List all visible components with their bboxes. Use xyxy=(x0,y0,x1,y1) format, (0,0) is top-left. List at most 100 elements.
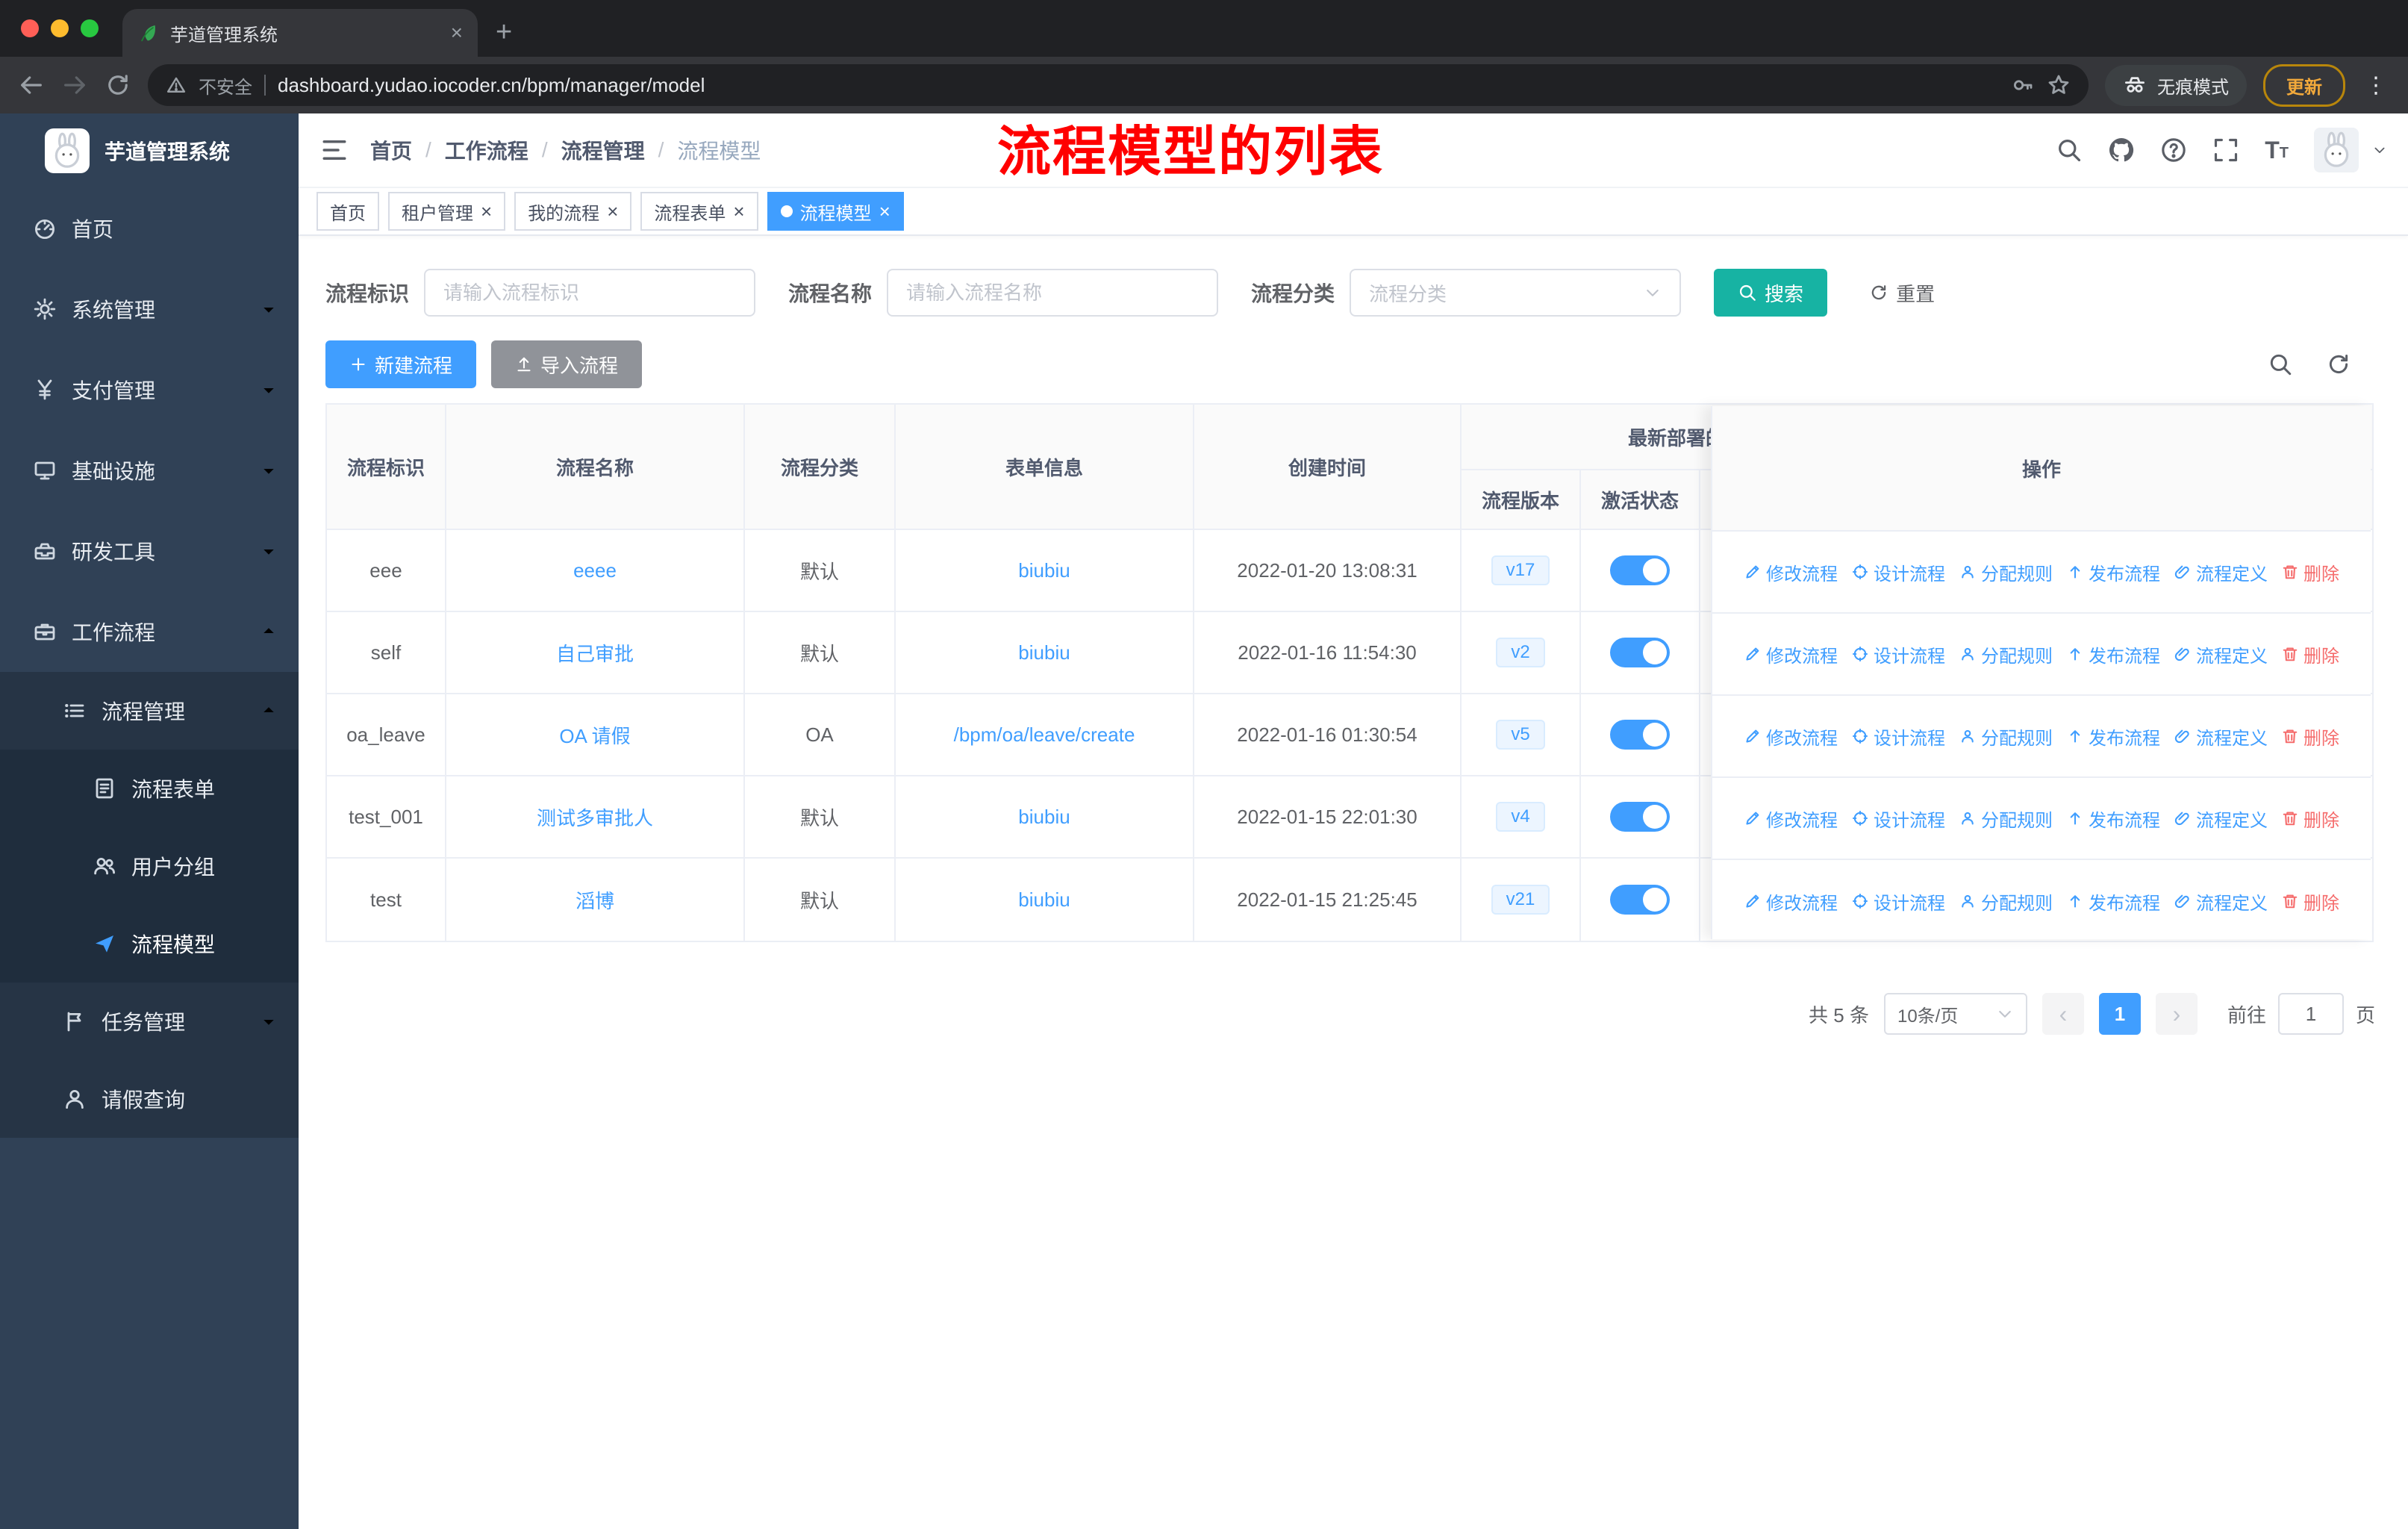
fullscreen-icon[interactable] xyxy=(2212,137,2239,164)
close-icon[interactable]: × xyxy=(481,202,492,221)
row-action-edit-process[interactable]: 修改流程 xyxy=(1744,641,1838,667)
status-toggle[interactable] xyxy=(1610,720,1670,750)
form-link[interactable]: biubiu xyxy=(1018,806,1070,829)
row-action-process-definition[interactable]: 流程定义 xyxy=(2174,888,2268,915)
sidebar-toggle-icon[interactable] xyxy=(319,135,349,165)
breadcrumb-home[interactable]: 首页 xyxy=(370,135,412,165)
row-action-assign-rule[interactable]: 分配规则 xyxy=(1959,806,2053,832)
browser-tab[interactable]: 芋道管理系统 × xyxy=(122,9,478,57)
sidebar-item-3[interactable]: 基础设施 xyxy=(0,430,299,511)
goto-page-input[interactable] xyxy=(2277,993,2344,1035)
toggle-search-icon[interactable] xyxy=(2268,352,2293,377)
avatar[interactable] xyxy=(2314,128,2359,172)
row-action-publish-process[interactable]: 发布流程 xyxy=(2066,641,2160,667)
row-action-design-process[interactable]: 设计流程 xyxy=(1851,723,1945,750)
row-action-edit-process[interactable]: 修改流程 xyxy=(1744,806,1838,832)
tag-item-0[interactable]: 首页 xyxy=(316,192,379,231)
row-action-design-process[interactable]: 设计流程 xyxy=(1851,559,1945,585)
sidebar-item-5[interactable]: 工作流程 xyxy=(0,591,299,672)
row-action-assign-rule[interactable]: 分配规则 xyxy=(1959,888,2053,915)
font-size-icon[interactable]: TT xyxy=(2265,138,2289,162)
search-icon[interactable] xyxy=(2056,137,2083,164)
row-action-assign-rule[interactable]: 分配规则 xyxy=(1959,559,2053,585)
row-action-publish-process[interactable]: 发布流程 xyxy=(2066,723,2160,750)
maximize-window-button[interactable] xyxy=(81,19,99,37)
form-link[interactable]: biubiu xyxy=(1018,559,1070,582)
breadcrumb-process-management[interactable]: 流程管理 xyxy=(561,135,645,165)
process-name-link[interactable]: 测试多审批人 xyxy=(537,803,653,831)
sidebar-item-6[interactable]: 流程管理 xyxy=(0,672,299,750)
reload-button[interactable] xyxy=(105,72,131,99)
close-icon[interactable]: × xyxy=(733,202,744,221)
row-action-design-process[interactable]: 设计流程 xyxy=(1851,888,1945,915)
status-toggle[interactable] xyxy=(1610,885,1670,915)
sidebar-item-8[interactable]: 用户分组 xyxy=(0,827,299,905)
sidebar-item-9[interactable]: 流程模型 xyxy=(0,905,299,983)
sidebar-item-1[interactable]: 系统管理 xyxy=(0,269,299,349)
sidebar-item-4[interactable]: 研发工具 xyxy=(0,511,299,591)
breadcrumb-workflow[interactable]: 工作流程 xyxy=(445,135,528,165)
close-icon[interactable]: × xyxy=(879,202,890,221)
sidebar-item-10[interactable]: 任务管理 xyxy=(0,983,299,1060)
address-bar[interactable]: 不安全 dashboard.yudao.iocoder.cn/bpm/manag… xyxy=(148,64,2089,106)
row-action-delete-process[interactable]: 删除 xyxy=(2281,723,2339,750)
form-link[interactable]: biubiu xyxy=(1018,888,1070,912)
version-tag[interactable]: v17 xyxy=(1491,555,1550,585)
status-toggle[interactable] xyxy=(1610,555,1670,585)
back-button[interactable] xyxy=(18,72,45,99)
search-button[interactable]: 搜索 xyxy=(1714,269,1828,317)
minimize-window-button[interactable] xyxy=(51,19,69,37)
row-action-publish-process[interactable]: 发布流程 xyxy=(2066,806,2160,832)
process-name-link[interactable]: eeee xyxy=(573,559,617,582)
password-key-icon[interactable] xyxy=(2011,73,2035,97)
row-action-edit-process[interactable]: 修改流程 xyxy=(1744,888,1838,915)
refresh-table-icon[interactable] xyxy=(2326,352,2351,377)
current-page-button[interactable]: 1 xyxy=(2098,993,2141,1035)
sidebar-item-2[interactable]: 支付管理 xyxy=(0,349,299,430)
row-action-assign-rule[interactable]: 分配规则 xyxy=(1959,723,2053,750)
row-action-delete-process[interactable]: 删除 xyxy=(2281,559,2339,585)
row-action-edit-process[interactable]: 修改流程 xyxy=(1744,723,1838,750)
reset-button[interactable]: 重置 xyxy=(1845,269,1959,317)
status-toggle[interactable] xyxy=(1610,638,1670,667)
form-link[interactable]: /bpm/oa/leave/create xyxy=(954,723,1135,747)
process-key-input[interactable] xyxy=(424,269,756,317)
github-icon[interactable] xyxy=(2108,137,2135,164)
close-icon[interactable]: × xyxy=(607,202,618,221)
next-page-button[interactable]: › xyxy=(2155,993,2198,1035)
status-toggle[interactable] xyxy=(1610,802,1670,832)
version-tag[interactable]: v21 xyxy=(1491,885,1550,915)
category-select[interactable]: 流程分类 xyxy=(1350,269,1682,317)
tag-item-4[interactable]: 流程模型 × xyxy=(767,192,904,231)
row-action-publish-process[interactable]: 发布流程 xyxy=(2066,559,2160,585)
row-action-assign-rule[interactable]: 分配规则 xyxy=(1959,641,2053,667)
update-button[interactable]: 更新 xyxy=(2263,63,2345,107)
bookmark-star-icon[interactable] xyxy=(2047,73,2071,97)
sidebar-item-0[interactable]: 首页 xyxy=(0,188,299,269)
row-action-delete-process[interactable]: 删除 xyxy=(2281,641,2339,667)
row-action-process-definition[interactable]: 流程定义 xyxy=(2174,559,2268,585)
version-tag[interactable]: v4 xyxy=(1496,802,1545,832)
import-process-button[interactable]: 导入流程 xyxy=(491,340,643,388)
tag-item-2[interactable]: 我的流程 × xyxy=(514,192,632,231)
sidebar-item-7[interactable]: 流程表单 xyxy=(0,750,299,827)
browser-menu-icon[interactable]: ⋮ xyxy=(2362,72,2390,99)
row-action-design-process[interactable]: 设计流程 xyxy=(1851,641,1945,667)
forward-button[interactable] xyxy=(61,72,88,99)
new-tab-button[interactable]: + xyxy=(496,18,512,46)
row-action-edit-process[interactable]: 修改流程 xyxy=(1744,559,1838,585)
sidebar-item-11[interactable]: 请假查询 xyxy=(0,1060,299,1138)
version-tag[interactable]: v2 xyxy=(1496,638,1545,667)
process-name-link[interactable]: 滔博 xyxy=(576,886,614,914)
tab-close-icon[interactable]: × xyxy=(451,21,463,45)
create-process-button[interactable]: 新建流程 xyxy=(325,340,477,388)
row-action-design-process[interactable]: 设计流程 xyxy=(1851,806,1945,832)
row-action-delete-process[interactable]: 删除 xyxy=(2281,888,2339,915)
page-size-select[interactable]: 10条/页 xyxy=(1883,993,2027,1035)
row-action-process-definition[interactable]: 流程定义 xyxy=(2174,641,2268,667)
process-name-link[interactable]: OA 请假 xyxy=(559,721,630,749)
process-name-input[interactable] xyxy=(887,269,1219,317)
row-action-publish-process[interactable]: 发布流程 xyxy=(2066,888,2160,915)
row-action-delete-process[interactable]: 删除 xyxy=(2281,806,2339,832)
app-logo[interactable]: 芋道管理系统 xyxy=(0,113,299,188)
